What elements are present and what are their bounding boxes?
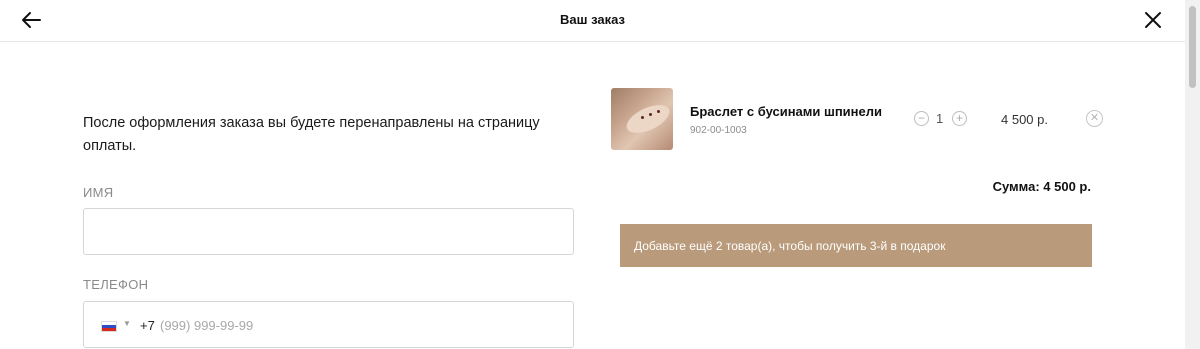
name-input[interactable] (84, 209, 601, 254)
product-image (611, 88, 673, 150)
close-button[interactable] (1142, 9, 1164, 31)
phone-label: ТЕЛЕФОН (83, 277, 149, 292)
phone-field[interactable]: ▼ +7 (83, 301, 574, 348)
close-icon: ✕ (1089, 112, 1100, 124)
name-label: ИМЯ (83, 185, 114, 200)
redirect-notice: После оформления заказа вы будете перена… (83, 115, 540, 154)
remove-item-button[interactable]: ✕ (1086, 110, 1103, 127)
minus-icon: − (917, 111, 925, 125)
scrollbar-thumb[interactable] (1189, 6, 1196, 88)
scrollbar[interactable] (1185, 0, 1200, 349)
quantity-value: 1 (936, 111, 944, 126)
plus-icon: + (955, 111, 963, 125)
product-sku: 902-00-1003 (690, 125, 747, 136)
order-sum: Сумма: 4 500 р. (992, 179, 1091, 194)
promo-banner: Добавьте ещё 2 товар(а), чтобы получить … (620, 224, 1092, 267)
page-title: Ваш заказ (560, 12, 625, 27)
decrease-quantity-button[interactable]: − (914, 111, 929, 126)
item-price: 4 500 р. (1001, 112, 1048, 127)
close-icon (1145, 12, 1161, 28)
product-name[interactable]: Браслет с бусинами шпинели (690, 104, 882, 119)
phone-country-code: +7 (140, 318, 155, 333)
increase-quantity-button[interactable]: + (952, 111, 967, 126)
promo-text: Добавьте ещё 2 товар(а), чтобы получить … (634, 239, 946, 253)
header: Ваш заказ (0, 0, 1185, 42)
chevron-down-icon[interactable]: ▼ (123, 319, 131, 328)
phone-input[interactable] (156, 312, 464, 338)
name-field[interactable] (83, 208, 601, 255)
russia-flag-icon[interactable] (101, 321, 117, 332)
